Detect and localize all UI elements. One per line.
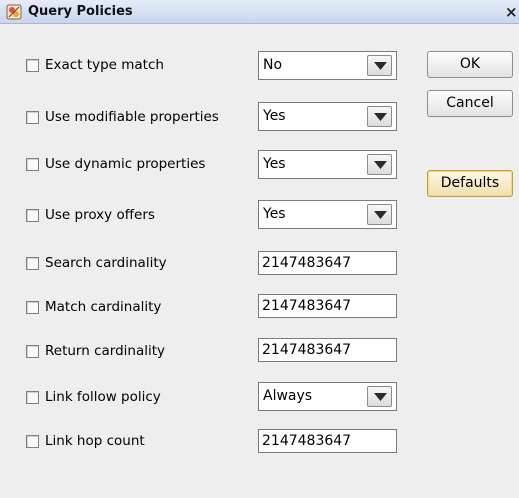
policy-match-cardinality[interactable]: Match cardinality	[26, 298, 161, 316]
policy-search-cardinality[interactable]: Search cardinality	[26, 254, 167, 272]
use-dynamic-properties-label: Use dynamic properties	[45, 156, 206, 172]
use-dynamic-properties-value: Yes	[263, 156, 286, 172]
link-follow-policy-value: Always	[263, 388, 313, 404]
link-hop-count-checkbox[interactable]	[26, 434, 39, 448]
policy-exact-type-match[interactable]: Exact type match	[26, 56, 164, 74]
match-cardinality-checkbox[interactable]	[26, 300, 39, 314]
policy-use-modifiable-properties[interactable]: Use modifiable properties	[26, 108, 219, 126]
policy-return-cardinality[interactable]: Return cardinality	[26, 342, 165, 360]
use-modifiable-properties-select[interactable]: Yes	[258, 102, 397, 131]
exact-type-match-select[interactable]: No	[258, 51, 397, 80]
policy-use-dynamic-properties[interactable]: Use dynamic properties	[26, 155, 205, 173]
use-dynamic-properties-select[interactable]: Yes	[258, 150, 397, 179]
exact-type-match-checkbox[interactable]	[26, 58, 39, 72]
policy-link-hop-count[interactable]: Link hop count	[26, 432, 145, 450]
exact-type-match-label: Exact type match	[45, 57, 164, 73]
chevron-down-icon[interactable]	[367, 154, 392, 175]
use-modifiable-properties-label: Use modifiable properties	[45, 109, 219, 125]
cancel-button[interactable]: Cancel	[427, 90, 513, 117]
search-cardinality-checkbox[interactable]	[26, 256, 39, 270]
chevron-down-icon[interactable]	[367, 106, 392, 127]
use-modifiable-properties-checkbox[interactable]	[26, 110, 39, 124]
use-dynamic-properties-checkbox[interactable]	[26, 157, 39, 171]
link-follow-policy-checkbox[interactable]	[26, 390, 39, 404]
return-cardinality-label: Return cardinality	[45, 343, 166, 359]
title-bar[interactable]: Query Policies ×	[0, 0, 519, 24]
chevron-down-icon[interactable]	[367, 204, 392, 225]
use-proxy-offers-value: Yes	[263, 206, 286, 222]
use-proxy-offers-label: Use proxy offers	[45, 207, 155, 223]
policy-link-follow-policy[interactable]: Link follow policy	[26, 388, 161, 406]
ok-button[interactable]: OK	[427, 51, 513, 78]
search-cardinality-label: Search cardinality	[45, 255, 167, 271]
return-cardinality-checkbox[interactable]	[26, 344, 39, 358]
link-follow-policy-label: Link follow policy	[45, 389, 161, 405]
link-follow-policy-select[interactable]: Always	[258, 382, 397, 411]
policy-use-proxy-offers[interactable]: Use proxy offers	[26, 206, 155, 224]
return-cardinality-field[interactable]: 2147483647	[258, 338, 397, 362]
link-hop-count-label: Link hop count	[45, 433, 145, 449]
match-cardinality-field[interactable]: 2147483647	[258, 294, 397, 318]
use-modifiable-properties-value: Yes	[263, 108, 286, 124]
chevron-down-icon[interactable]	[367, 55, 392, 76]
query-policies-dialog: Query Policies × Exact type match No Use…	[0, 0, 519, 498]
exact-type-match-value: No	[263, 57, 283, 73]
match-cardinality-label: Match cardinality	[45, 299, 162, 315]
close-icon[interactable]: ×	[505, 3, 519, 21]
defaults-button[interactable]: Defaults	[427, 170, 513, 197]
use-proxy-offers-checkbox[interactable]	[26, 208, 39, 222]
dialog-title: Query Policies	[28, 4, 133, 19]
chevron-down-icon[interactable]	[367, 386, 392, 407]
search-cardinality-field[interactable]: 2147483647	[258, 251, 397, 275]
link-hop-count-field[interactable]: 2147483647	[258, 429, 397, 453]
use-proxy-offers-select[interactable]: Yes	[258, 200, 397, 229]
query-policies-app-icon	[6, 4, 22, 20]
